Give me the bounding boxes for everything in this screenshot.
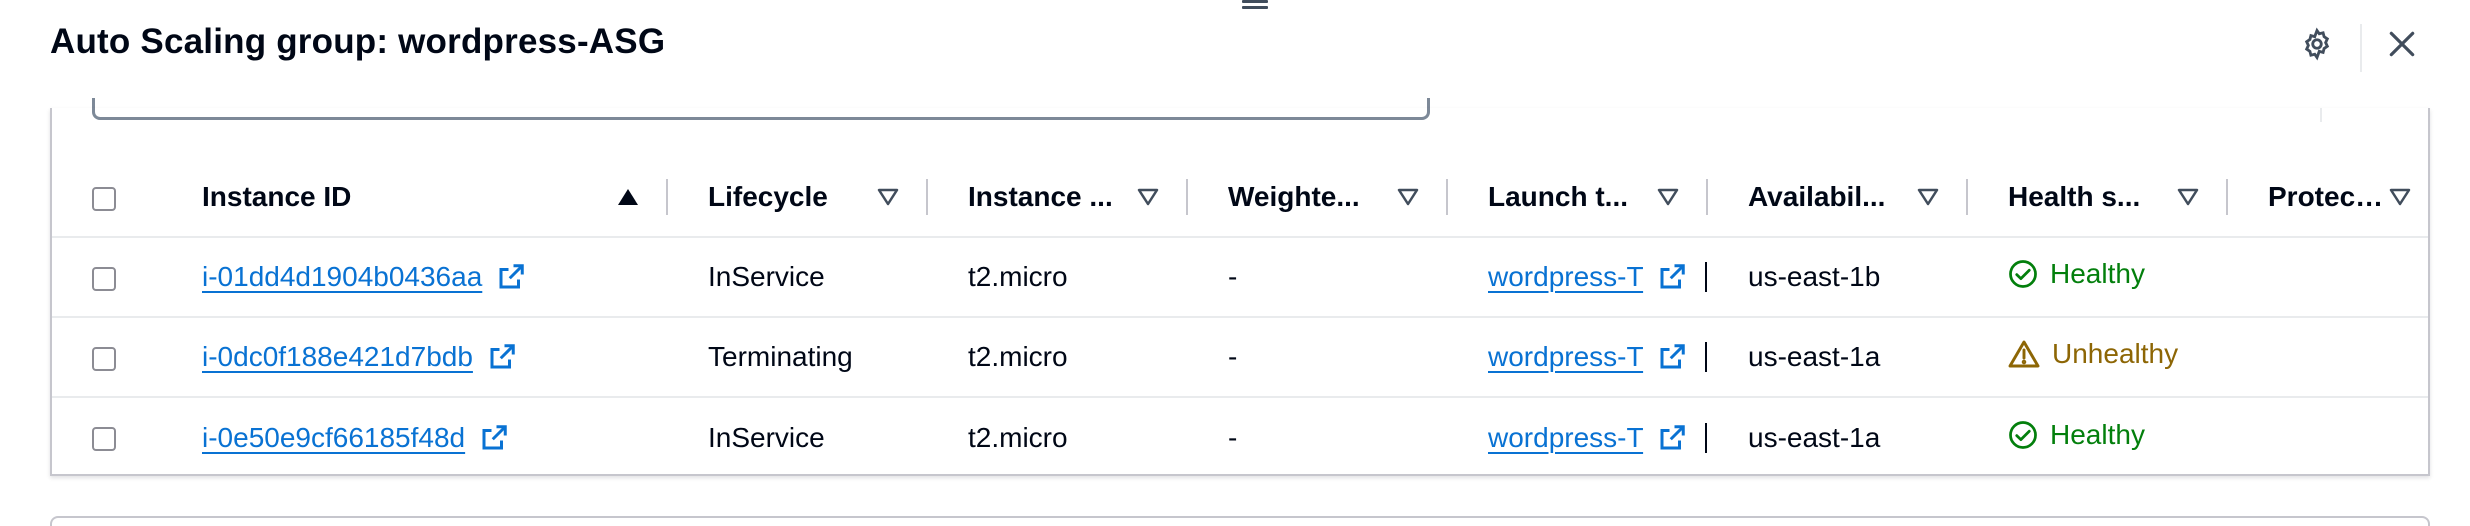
instance-id-cell: i-0dc0f188e421d7bdb — [202, 316, 668, 397]
close-icon — [2389, 31, 2415, 57]
instance-type-cell: t2.micro — [968, 261, 1068, 292]
column-header-health-status[interactable]: Health s... — [1968, 158, 2228, 238]
health-status-cell: Healthy — [1968, 396, 2228, 477]
row-checkbox[interactable] — [92, 346, 116, 371]
text-cursor — [1704, 422, 1707, 453]
warning-icon — [2008, 339, 2040, 369]
protected-cell — [2228, 396, 2428, 477]
column-label: Weighte... — [1228, 181, 1360, 212]
lifecycle-cell: InService — [668, 396, 928, 477]
instances-panel: Instance ID Lifecycle Instance ... Weigh… — [50, 98, 2430, 477]
row-select-cell — [52, 237, 202, 317]
health-status-cell: Unhealthy — [1968, 316, 2228, 397]
launch-template-link[interactable]: wordpress-T — [1488, 422, 1643, 453]
sort-icon[interactable] — [1396, 185, 1420, 209]
sort-icon[interactable] — [1136, 185, 1160, 209]
instance-id-link[interactable]: i-0e50e9cf66185f48d — [202, 422, 465, 453]
availability-zone-cell: us-east-1a — [1708, 396, 1968, 477]
external-link-icon[interactable] — [479, 423, 509, 453]
table-row[interactable]: i-0dc0f188e421d7bdb Terminating t2.micro… — [52, 316, 2428, 397]
instance-type-cell: t2.micro — [928, 316, 1188, 397]
status-badge: Healthy — [2008, 419, 2145, 451]
sort-icon[interactable] — [1656, 185, 1680, 209]
status-badge: Unhealthy — [2008, 338, 2178, 370]
next-panel-edge — [50, 516, 2430, 526]
filter-input[interactable] — [92, 98, 1430, 120]
close-button[interactable] — [2380, 22, 2424, 66]
panel-drag-handle[interactable] — [1242, 0, 1268, 12]
weighted-capacity-cell: - — [1188, 316, 1448, 397]
column-header-availability-zone[interactable]: Availabil... — [1708, 158, 1968, 238]
external-link-icon[interactable] — [1657, 262, 1687, 292]
instance-id-cell: i-0e50e9cf66185f48d — [202, 396, 668, 477]
launch-template-cell: wordpress-T — [1448, 316, 1708, 397]
table-header-row: Instance ID Lifecycle Instance ... Weigh… — [52, 158, 2428, 238]
sort-icon[interactable] — [2388, 185, 2412, 209]
external-link-icon[interactable] — [496, 262, 526, 292]
sort-ascending-icon[interactable] — [616, 185, 640, 209]
lifecycle-cell: InService — [708, 261, 825, 292]
external-link-icon[interactable] — [1657, 342, 1687, 372]
row-select-cell — [52, 396, 202, 477]
text-cursor — [1704, 342, 1707, 372]
select-all-checkbox[interactable] — [92, 186, 116, 211]
weighted-capacity-cell: - — [1188, 396, 1448, 477]
table-row[interactable]: i-01dd4d1904b0436aa InService t2.micro -… — [52, 237, 2428, 317]
column-header-instance-id[interactable]: Instance ID — [202, 158, 668, 238]
column-label: Instance ... — [968, 181, 1113, 212]
availability-zone-cell: us-east-1b — [1748, 261, 1881, 292]
gear-icon — [2304, 27, 2330, 61]
header-divider — [2360, 24, 2362, 72]
row-checkbox[interactable] — [92, 266, 116, 291]
lifecycle-cell: Terminating — [668, 316, 928, 397]
sort-icon[interactable] — [1916, 185, 1940, 209]
column-label: Launch t... — [1488, 181, 1628, 212]
status-badge: Healthy — [2008, 258, 2145, 290]
column-label: Availabil... — [1748, 181, 1886, 212]
page-title: Auto Scaling group: wordpress-ASG — [50, 22, 666, 61]
instance-type-cell: t2.micro — [928, 396, 1188, 477]
protected-cell — [2228, 316, 2428, 397]
protected-cell — [2228, 237, 2428, 317]
external-link-icon[interactable] — [1657, 423, 1687, 453]
instance-id-link[interactable]: i-0dc0f188e421d7bdb — [202, 341, 473, 372]
column-label: Health s... — [2008, 181, 2141, 212]
check-circle-icon — [2008, 420, 2038, 450]
instance-id-link[interactable]: i-01dd4d1904b0436aa — [202, 261, 482, 292]
instances-table: Instance ID Lifecycle Instance ... Weigh… — [52, 158, 2428, 477]
sort-icon[interactable] — [2176, 185, 2200, 209]
check-circle-icon — [2008, 259, 2038, 289]
column-header-weighted-capacity[interactable]: Weighte... — [1188, 158, 1448, 238]
availability-zone-cell: us-east-1a — [1708, 316, 1968, 397]
select-all-cell — [52, 158, 202, 238]
weighted-capacity-cell: - — [1228, 261, 1238, 292]
sort-icon[interactable] — [876, 185, 900, 209]
launch-template-link[interactable]: wordpress-T — [1488, 261, 1643, 292]
column-header-lifecycle[interactable]: Lifecycle — [668, 158, 928, 238]
column-label: Instance ID — [202, 181, 352, 212]
launch-template-link[interactable]: wordpress-T — [1488, 341, 1643, 372]
instance-id-cell: i-01dd4d1904b0436aa — [202, 237, 668, 317]
panel-divider — [2320, 108, 2322, 122]
health-label: Healthy — [2050, 418, 2145, 450]
column-label: Protecte... — [2268, 181, 2388, 212]
column-header-instance-type[interactable]: Instance ... — [928, 158, 1188, 238]
row-checkbox[interactable] — [92, 427, 116, 452]
settings-button[interactable] — [2295, 22, 2339, 66]
column-header-launch-template[interactable]: Launch t... — [1448, 158, 1708, 238]
external-link-icon[interactable] — [487, 342, 517, 372]
column-label: Lifecycle — [708, 181, 828, 212]
column-header-protected[interactable]: Protecte... — [2228, 158, 2428, 238]
health-status-cell: Healthy — [1968, 237, 2228, 317]
launch-template-cell: wordpress-T — [1448, 237, 1708, 317]
text-cursor — [1704, 262, 1707, 292]
row-select-cell — [52, 316, 202, 397]
health-label: Unhealthy — [2052, 338, 2179, 369]
health-label: Healthy — [2050, 258, 2145, 289]
table-row[interactable]: i-0e50e9cf66185f48d InService t2.micro -… — [52, 396, 2428, 477]
launch-template-cell: wordpress-T — [1448, 396, 1708, 477]
